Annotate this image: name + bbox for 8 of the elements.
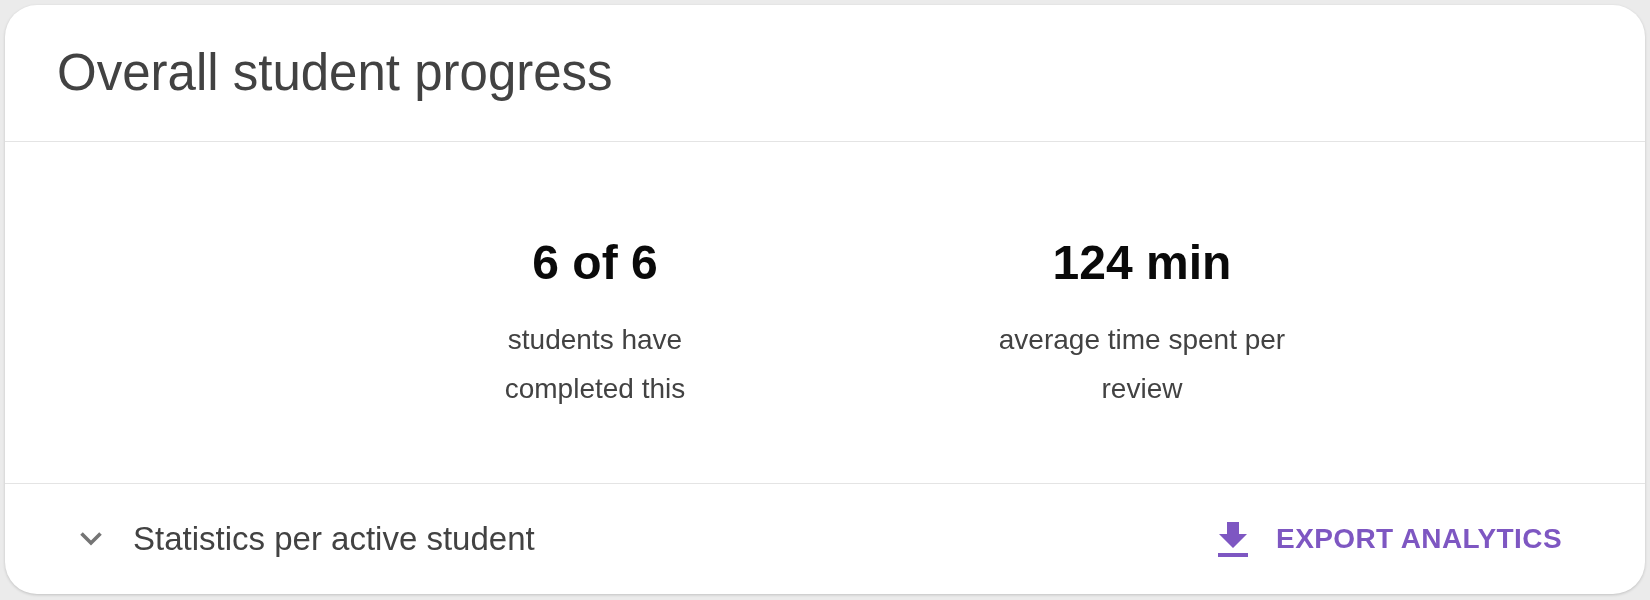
stat-value: 124 min [1052, 235, 1232, 291]
stat-value: 6 of 6 [532, 235, 658, 291]
download-icon [1218, 521, 1249, 557]
export-button[interactable]: EXPORT ANALYTICS [1202, 513, 1578, 565]
statistics-expander[interactable]: Statistics per active student [73, 516, 541, 562]
stat-label: average time spent per review [997, 323, 1287, 406]
stat-label: students have completed this [503, 323, 687, 406]
card-title: Overall student progress [57, 43, 613, 104]
